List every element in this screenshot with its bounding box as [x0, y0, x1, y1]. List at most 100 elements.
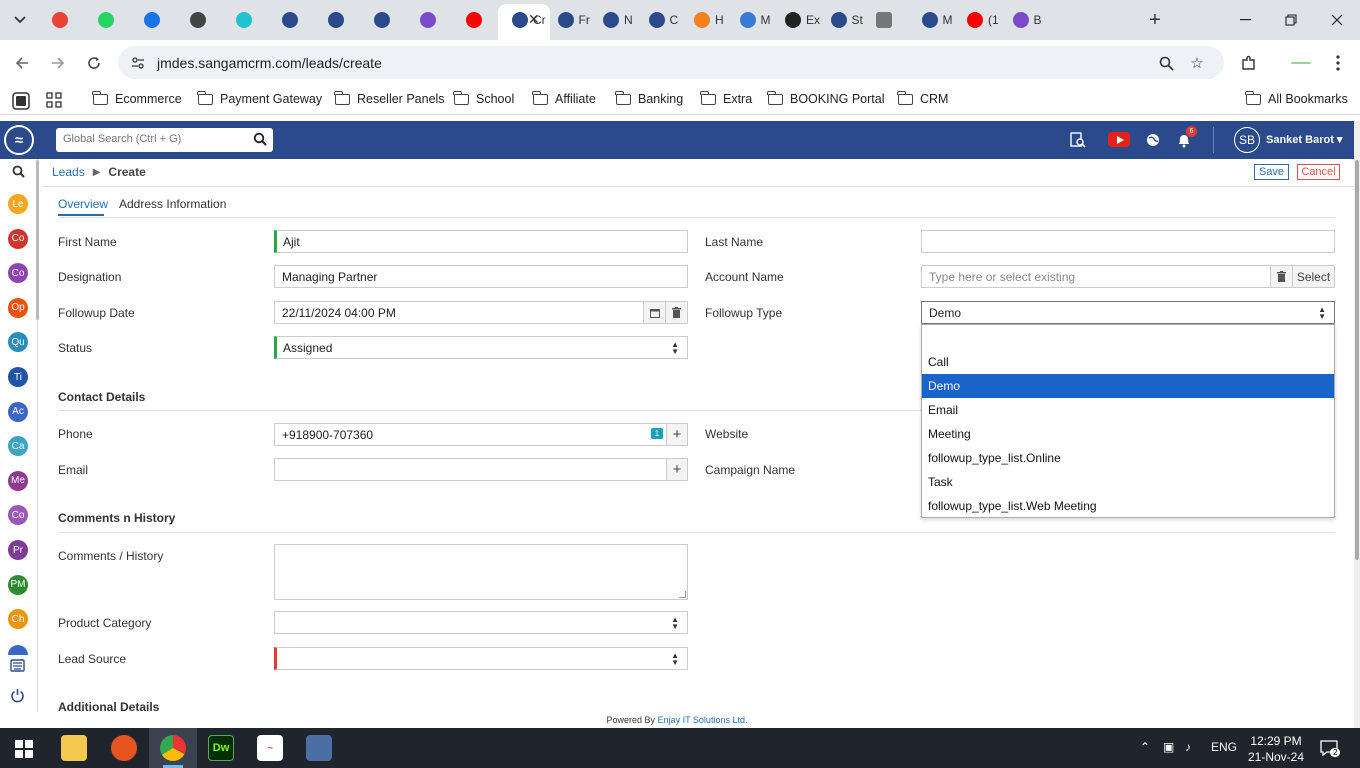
file-explorer-icon[interactable] — [61, 735, 87, 761]
bookmark-folder[interactable]: Banking — [615, 90, 683, 106]
tab-overview[interactable]: Overview — [58, 197, 108, 211]
browser-tab-label[interactable]: M — [761, 13, 771, 27]
sidebar-item[interactable]: PM — [8, 574, 28, 595]
breadcrumb-leads[interactable]: Leads — [52, 165, 85, 179]
minimize-button[interactable] — [1231, 8, 1259, 32]
whatsapp-icon[interactable] — [98, 12, 114, 28]
sidebar-item[interactable]: Me — [8, 470, 28, 491]
chrome-icon[interactable] — [160, 735, 186, 761]
page-scrollbar-thumb[interactable] — [1355, 160, 1359, 560]
followup-type-option[interactable]: followup_type_list.Web Meeting — [922, 494, 1334, 518]
sangam-icon[interactable] — [648, 12, 665, 28]
tab-address-information[interactable]: Address Information — [119, 197, 226, 211]
sangam-icon[interactable] — [603, 12, 619, 28]
account-select-button[interactable]: Select — [1292, 265, 1335, 288]
global-search-input[interactable] — [56, 128, 246, 150]
reload-button[interactable] — [81, 50, 107, 76]
user-menu[interactable]: Sanket Barot ▾ — [1266, 133, 1342, 146]
new-tab-button[interactable]: + — [1143, 8, 1167, 32]
browser-tab-label[interactable]: Ex — [806, 13, 820, 27]
extensions-button[interactable] — [1236, 50, 1262, 76]
browser-tab-label[interactable]: (1 — [988, 13, 999, 27]
followup-type-option[interactable]: Meeting — [922, 422, 1334, 446]
sidebar-item[interactable]: Co — [8, 505, 28, 526]
followup-date-clear-button[interactable] — [665, 301, 688, 324]
followup-type-option[interactable]: Task — [922, 470, 1334, 494]
keyboard-icon[interactable] — [10, 659, 25, 673]
browser-tab-label[interactable]: M — [943, 13, 953, 27]
network-icon[interactable]: ▣ — [1163, 740, 1174, 754]
close-tab-icon[interactable]: ✕ — [528, 11, 540, 28]
sidebar-item[interactable]: Co — [8, 263, 28, 284]
sidebar-item-partial[interactable] — [8, 645, 28, 655]
footer-brand-link[interactable]: Enjay IT Solutions Ltd. — [658, 715, 748, 725]
bookmark-folder[interactable]: School — [453, 90, 514, 106]
gray-square-icon[interactable] — [876, 12, 892, 28]
product-category-select[interactable]: ▲ ▼ — [274, 611, 688, 634]
phone-field[interactable]: +918900-707360 — [274, 423, 667, 446]
sidebar-item[interactable]: Op — [8, 297, 28, 318]
tab-search-button[interactable] — [8, 8, 32, 32]
bookmark-folder[interactable]: Reseller Panels — [334, 90, 445, 106]
bookmark-star-icon[interactable]: ☆ — [1187, 53, 1207, 73]
gmail-icon[interactable] — [52, 12, 68, 28]
global-search[interactable] — [56, 128, 273, 152]
screenshot-app-icon[interactable] — [12, 92, 30, 110]
sangam-icon[interactable] — [921, 12, 938, 28]
avatar[interactable]: SB — [1234, 127, 1260, 153]
youtube-icon[interactable] — [967, 12, 983, 28]
profile-button[interactable] — [1288, 50, 1314, 76]
last-name-field[interactable] — [921, 230, 1335, 253]
add-email-button[interactable]: + — [666, 458, 688, 481]
comments-history-textarea[interactable] — [274, 544, 688, 600]
brave-icon[interactable] — [111, 735, 137, 761]
restore-button[interactable] — [1277, 8, 1305, 32]
save-button[interactable]: Save — [1254, 164, 1289, 180]
tally-icon[interactable]: ~ — [257, 735, 283, 761]
browser-tab-label[interactable]: B — [1034, 13, 1042, 27]
followup-type-select[interactable]: Demo ▲ ▼ — [921, 301, 1335, 324]
volume-icon[interactable]: ♪ — [1185, 740, 1191, 754]
sangam-icon[interactable] — [830, 12, 847, 28]
sangam-icon[interactable] — [557, 12, 574, 28]
sangam-icon[interactable] — [282, 12, 298, 28]
dreamweaver-icon[interactable]: Dw — [208, 735, 234, 761]
search-icon[interactable] — [253, 132, 267, 146]
sidebar-item[interactable]: Co — [8, 228, 28, 249]
power-icon[interactable] — [10, 688, 25, 703]
followup-type-option[interactable] — [922, 326, 1334, 350]
all-bookmarks[interactable]: All Bookmarks — [1245, 90, 1348, 106]
account-name-field[interactable]: Type here or select existing — [921, 265, 1271, 288]
rocket-icon[interactable] — [420, 12, 436, 28]
windows-start-icon[interactable] — [15, 740, 33, 758]
canva-icon[interactable] — [236, 12, 252, 28]
rocket-icon[interactable] — [1012, 12, 1029, 28]
browser-menu-button[interactable] — [1325, 50, 1351, 76]
close-window-button[interactable] — [1323, 8, 1351, 32]
sidebar-item[interactable]: Le — [8, 194, 28, 214]
followup-type-option[interactable]: Demo — [922, 374, 1334, 398]
bookmark-folder[interactable]: CRM — [897, 90, 948, 106]
sidebar-item[interactable]: Ti — [8, 367, 28, 387]
back-button[interactable] — [9, 50, 35, 76]
browser-tab-label[interactable]: C — [670, 13, 679, 27]
app-logo-icon[interactable]: ≈ — [4, 125, 34, 155]
calculator-icon[interactable] — [306, 735, 332, 761]
bookmark-folder[interactable]: Extra — [700, 90, 752, 106]
followup-type-option[interactable]: Call — [922, 350, 1334, 374]
lead-source-select[interactable]: ▲ ▼ — [274, 647, 688, 670]
bookmark-folder[interactable]: Affiliate — [532, 90, 596, 106]
followup-date-calendar-button[interactable] — [643, 301, 666, 324]
account-clear-button[interactable] — [1270, 265, 1293, 288]
sidebar-scrollbar[interactable] — [36, 160, 39, 320]
status-select[interactable]: Assigned ▲ ▼ — [274, 336, 688, 359]
globe-icon[interactable] — [1143, 131, 1163, 149]
followup-type-option[interactable]: Email — [922, 398, 1334, 422]
browser-tab-label[interactable]: St — [852, 13, 863, 27]
address-bar[interactable]: jmdes.sangamcrm.com/leads/create ☆ — [118, 46, 1224, 79]
sangam-icon[interactable] — [328, 12, 344, 28]
sidebar-item[interactable]: Ac — [8, 401, 28, 422]
taskbar-clock[interactable]: 12:29 PM 21-Nov-24 — [1244, 733, 1308, 765]
sidebar-search-icon[interactable] — [12, 165, 25, 178]
sidebar-item[interactable]: Ca — [8, 436, 28, 457]
